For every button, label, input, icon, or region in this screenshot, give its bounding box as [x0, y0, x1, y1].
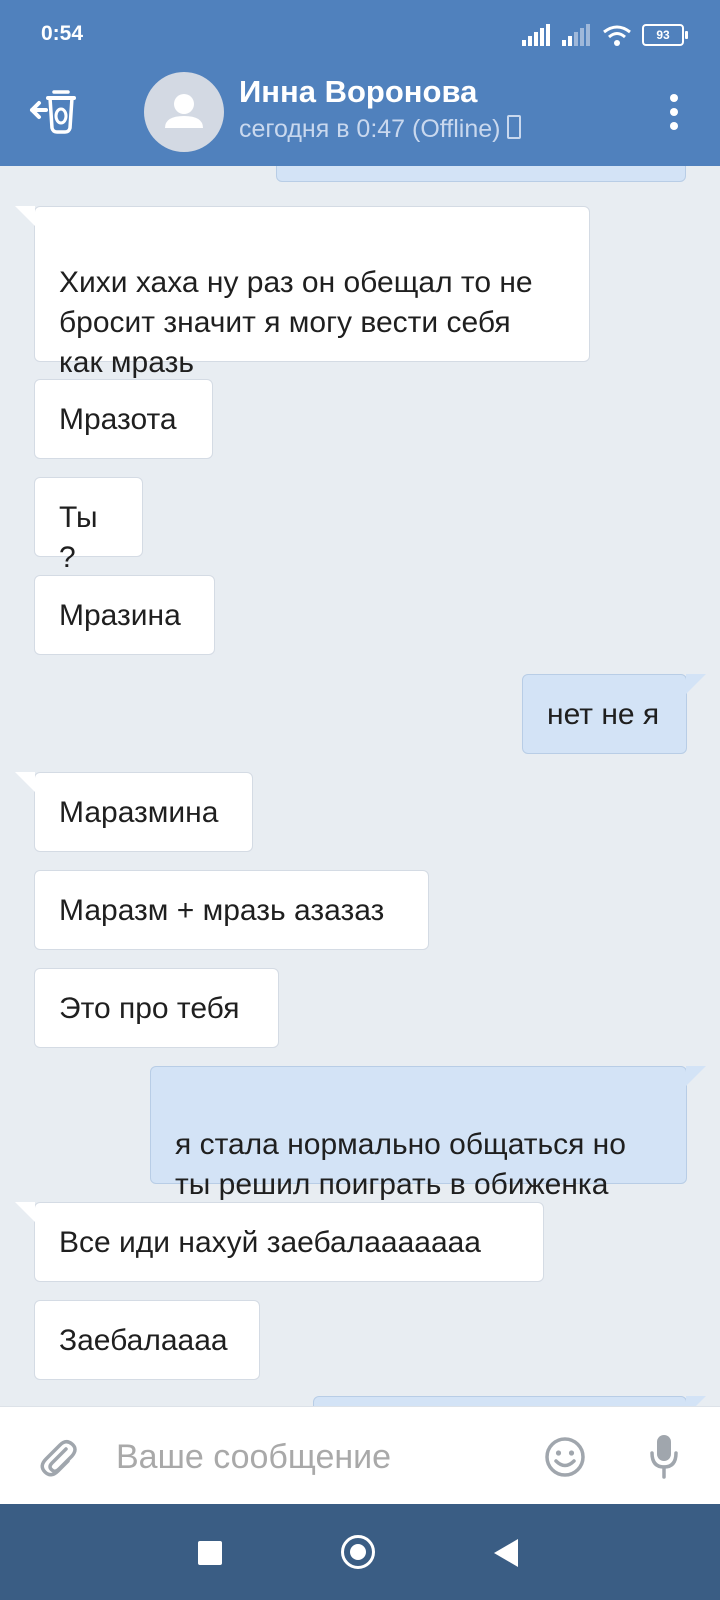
back-arrow-icon	[30, 90, 76, 134]
status-icons: 93	[522, 22, 688, 48]
message-text: Ты ?	[59, 501, 98, 574]
message-text: Маразмина	[59, 796, 219, 829]
message-text: Мразина	[59, 599, 181, 632]
message-bubble[interactable]: Все иди нахуй заебалааааааа	[15, 1202, 544, 1282]
more-options-button[interactable]	[660, 90, 688, 134]
message-bubble[interactable]: я стала нормально общаться но ты решил п…	[150, 1066, 706, 1201]
microphone-icon	[650, 1435, 678, 1479]
attach-button[interactable]	[36, 1435, 80, 1479]
voice-message-button[interactable]	[648, 1433, 680, 1479]
status-time: 0:54	[41, 22, 84, 45]
back-button[interactable]	[28, 88, 84, 136]
message-bubble[interactable]: Это про тебя	[34, 968, 279, 1048]
message-text: Хихи хаха ну раз он обещал то не бросит …	[59, 266, 533, 379]
app-header: 0:54 93 Инна Воронова сегодня в 0:47 (Of…	[0, 0, 720, 166]
smiley-icon	[545, 1437, 585, 1477]
signal-icon	[522, 24, 550, 46]
message-input[interactable]	[114, 1432, 518, 1482]
message-bubble[interactable]: Хихи хаха ну раз он обещал то не бросит …	[15, 206, 590, 379]
message-bubble-partial	[276, 166, 686, 182]
mobile-device-icon	[506, 115, 521, 139]
last-seen-text: сегодня в 0:47 (Offline)	[239, 115, 501, 143]
contact-avatar[interactable]	[144, 72, 224, 152]
message-text: Это про тебя	[59, 992, 240, 1025]
system-back-button[interactable]	[494, 1539, 518, 1567]
paperclip-icon	[40, 1440, 77, 1477]
message-text: нет не я	[547, 698, 660, 731]
home-button[interactable]	[341, 1535, 375, 1569]
battery-icon: 93	[642, 24, 688, 46]
recent-apps-button[interactable]	[198, 1541, 222, 1565]
message-bubble[interactable]: Мразина	[34, 575, 215, 655]
message-list[interactable]: Хихи хаха ну раз он обещал то не бросит …	[0, 166, 720, 1406]
message-bubble-partial	[313, 1396, 706, 1406]
emoji-button[interactable]	[543, 1435, 587, 1479]
message-text: Заебалаааа	[59, 1324, 228, 1357]
signal-icon-secondary	[562, 24, 590, 46]
message-bubble[interactable]: Мразота	[34, 379, 213, 459]
message-bubble[interactable]: Маразм + мразь азазаз	[34, 870, 429, 950]
contact-name[interactable]: Инна Воронова	[239, 74, 477, 110]
user-placeholder-icon	[165, 94, 203, 128]
last-seen-status: сегодня в 0:47 (Offline)	[239, 115, 521, 144]
message-composer	[0, 1406, 720, 1505]
message-bubble[interactable]: Ты ?	[34, 477, 143, 574]
message-bubble[interactable]: Заебалаааа	[34, 1300, 260, 1380]
message-text: Маразм + мразь азазаз	[59, 894, 385, 927]
system-navigation-bar	[0, 1504, 720, 1600]
wifi-icon	[603, 25, 631, 46]
message-text: Мразота	[59, 403, 177, 436]
message-bubble[interactable]: Маразмина	[15, 772, 253, 852]
message-text: я стала нормально общаться но ты решил п…	[175, 1128, 626, 1201]
message-text: Все иди нахуй заебалааааааа	[59, 1226, 481, 1259]
message-bubble[interactable]: нет не я	[522, 674, 706, 754]
